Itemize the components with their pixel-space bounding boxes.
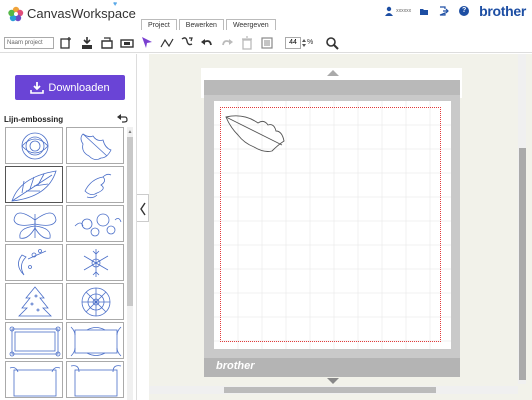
canvas-area[interactable]: brother <box>149 54 532 400</box>
chevron-left-icon <box>140 202 146 216</box>
pattern-snowflake[interactable] <box>66 244 124 281</box>
help-icon[interactable]: ? <box>459 6 470 16</box>
pattern-christmas-tree[interactable] <box>5 283 63 320</box>
redo-icon[interactable] <box>220 36 234 50</box>
project-name-input[interactable]: Naam project <box>4 37 54 49</box>
tab-bewerken[interactable]: Bewerken <box>178 19 224 30</box>
back-icon[interactable] <box>117 114 128 123</box>
pattern-frame-ornate[interactable] <box>66 322 124 359</box>
pattern-flowers[interactable] <box>66 205 124 242</box>
canvas-vertical-scrollbar-thumb[interactable] <box>519 148 526 380</box>
download-icon <box>30 81 45 94</box>
canvasworkspace-logo-icon <box>8 6 24 22</box>
undo-icon[interactable] <box>200 36 214 50</box>
select-tool-icon[interactable] <box>140 36 154 50</box>
new-project-icon[interactable] <box>59 36 73 50</box>
zoom-stepper-icon[interactable] <box>302 37 306 49</box>
open-icon[interactable] <box>100 36 114 50</box>
list-icon[interactable] <box>260 36 274 50</box>
delete-icon[interactable] <box>240 36 254 50</box>
shape-tool-icon[interactable] <box>180 36 194 50</box>
pattern-rose[interactable] <box>5 127 63 164</box>
transfer-icon[interactable] <box>120 36 134 50</box>
folder-open-icon[interactable] <box>419 6 429 16</box>
download-button[interactable]: Downloaden <box>15 75 125 100</box>
pattern-mandala[interactable] <box>66 283 124 320</box>
pattern-grid <box>5 127 125 400</box>
mat-up-arrow-icon[interactable] <box>327 70 339 76</box>
mat-top-band <box>204 80 460 95</box>
canvas-horizontal-scrollbar-thumb[interactable] <box>224 387 436 393</box>
brand-logo: brother <box>479 3 526 19</box>
mat-down-arrow-icon[interactable] <box>327 378 339 384</box>
pattern-butterfly[interactable] <box>5 205 63 242</box>
toolbar: Naam project 44 % <box>0 33 532 53</box>
pattern-oak-leaf[interactable] <box>66 127 124 164</box>
import-icon[interactable] <box>80 36 94 50</box>
mat-brand: brother <box>216 360 255 372</box>
left-panel: Downloaden Lijn-embossing ▲ <box>0 54 137 400</box>
node-edit-icon[interactable] <box>160 36 174 50</box>
pattern-moon-stars[interactable] <box>5 244 63 281</box>
app-title: CanvasWorkspace <box>27 6 136 21</box>
leaf-design-on-mat[interactable] <box>224 113 286 155</box>
zoom-icon[interactable] <box>325 36 339 50</box>
pattern-leaf[interactable] <box>5 166 63 203</box>
scroll-up-icon[interactable]: ▲ <box>127 128 133 136</box>
pattern-bird[interactable] <box>66 166 124 203</box>
logout-icon[interactable] <box>439 6 449 16</box>
zoom-unit: % <box>307 39 314 46</box>
pattern-frame-scroll[interactable] <box>5 361 63 398</box>
cutting-mat <box>204 95 460 358</box>
app-window: CanvasWorkspace ♥ Project Bewerken Weerg… <box>0 0 532 400</box>
user-icon[interactable] <box>384 6 394 16</box>
menu-tabs: Project Bewerken Weergeven <box>141 19 278 30</box>
user-name[interactable]: xxxxxx <box>396 8 411 14</box>
heart-icon: ♥ <box>113 1 118 8</box>
header: CanvasWorkspace ♥ Project Bewerken Weerg… <box>0 0 532 33</box>
panel-collapse-button[interactable] <box>137 194 149 222</box>
tab-project[interactable]: Project <box>141 19 177 30</box>
pattern-frame-curl[interactable] <box>66 361 124 398</box>
pattern-scrollbar-thumb[interactable] <box>127 137 133 306</box>
zoom-input[interactable]: 44 <box>285 37 301 49</box>
category-title: Lijn-embossing <box>4 115 64 124</box>
header-actions: xxxxxx ? brother <box>384 3 532 19</box>
tab-weergeven[interactable]: Weergeven <box>225 19 276 30</box>
download-label: Downloaden <box>48 81 110 94</box>
pattern-frame-rect[interactable] <box>5 322 63 359</box>
